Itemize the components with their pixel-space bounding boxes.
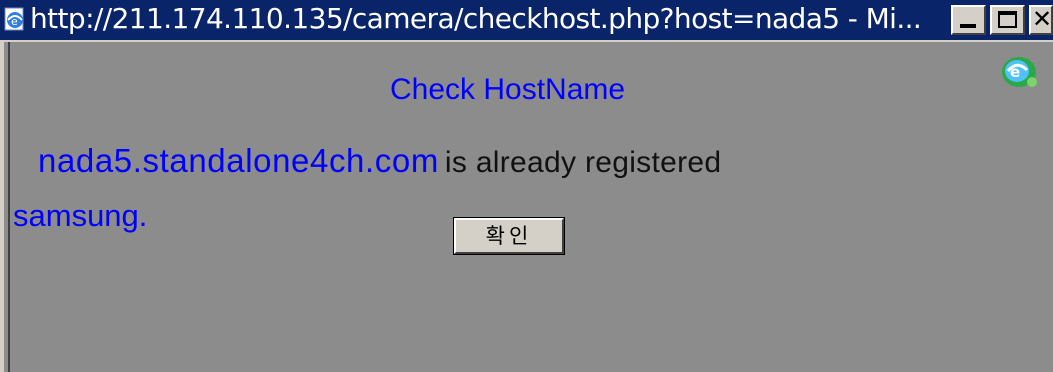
svg-text:e: e [1010,63,1020,81]
hostname-text: nada5.standalone4ch.com [38,142,439,179]
page-title: Check HostName [390,73,626,106]
close-button[interactable]: ✕ [1029,5,1053,35]
maximize-icon [998,11,1017,28]
popup-window: e http://211.174.110.135/camera/checkhos… [0,0,1053,372]
ie-page-icon: e [4,7,24,31]
svg-text:e: e [11,15,18,28]
status-message: nada5.standalone4ch.com is already regist… [38,142,721,180]
close-icon: ✕ [1032,5,1053,33]
status-text: is already registered [444,146,722,179]
window-controls: ✕ [951,5,1053,35]
maximize-button[interactable] [990,5,1025,35]
title-bar[interactable]: e http://211.174.110.135/camera/checkhos… [0,0,1053,40]
suffix-text: samsung. [13,198,148,233]
ok-button[interactable]: 확인 [453,217,565,255]
page-content: e Check HostName nada5.standalone4ch.com… [0,40,1053,372]
minimize-icon [960,24,976,28]
ie-logo-icon: e [1002,57,1037,87]
window-title: http://211.174.110.135/camera/checkhost.… [30,2,922,35]
minimize-button[interactable] [951,5,986,35]
